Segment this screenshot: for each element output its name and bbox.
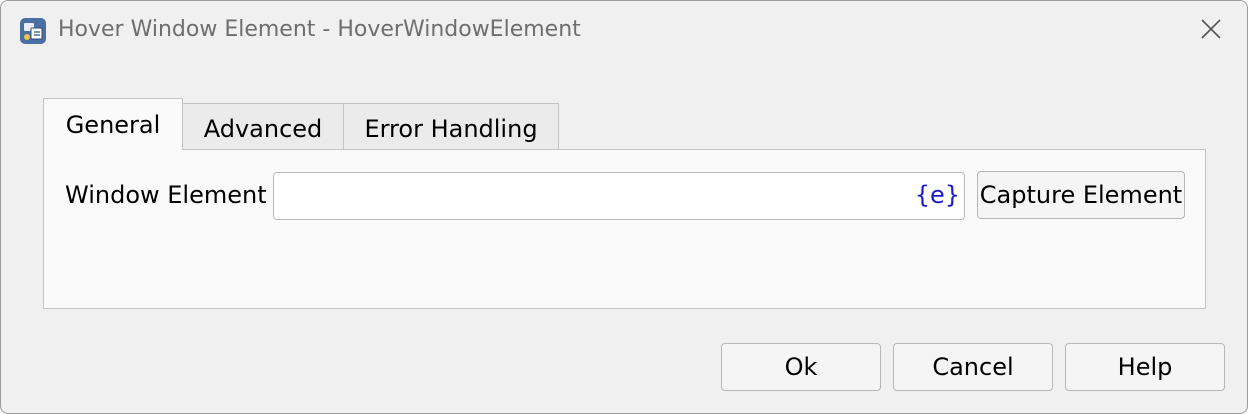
automation-action-icon: [19, 17, 47, 45]
window-element-field[interactable]: {e}: [273, 172, 965, 220]
tab-error-handling-label: Error Handling: [364, 114, 538, 143]
close-button[interactable]: [1175, 1, 1247, 61]
window-element-label: Window Element: [65, 181, 267, 209]
close-icon: [1200, 18, 1222, 44]
window-element-input[interactable]: [274, 173, 924, 219]
tab-general[interactable]: General: [43, 98, 183, 150]
insert-variable-button[interactable]: {e}: [915, 181, 960, 209]
ok-button[interactable]: Ok: [721, 343, 881, 391]
tab-general-label: General: [65, 110, 161, 139]
title-bar[interactable]: Hover Window Element - HoverWindowElemen…: [1, 1, 1247, 61]
window-title: Hover Window Element - HoverWindowElemen…: [58, 17, 581, 42]
cancel-button[interactable]: Cancel: [893, 343, 1053, 391]
capture-element-button[interactable]: Capture Element: [977, 171, 1185, 219]
help-button[interactable]: Help: [1065, 343, 1225, 391]
tab-advanced-label: Advanced: [203, 114, 323, 143]
tab-error-handling[interactable]: Error Handling: [343, 103, 559, 153]
tab-advanced[interactable]: Advanced: [181, 103, 345, 153]
dialog-window: Hover Window Element - HoverWindowElemen…: [0, 0, 1248, 414]
